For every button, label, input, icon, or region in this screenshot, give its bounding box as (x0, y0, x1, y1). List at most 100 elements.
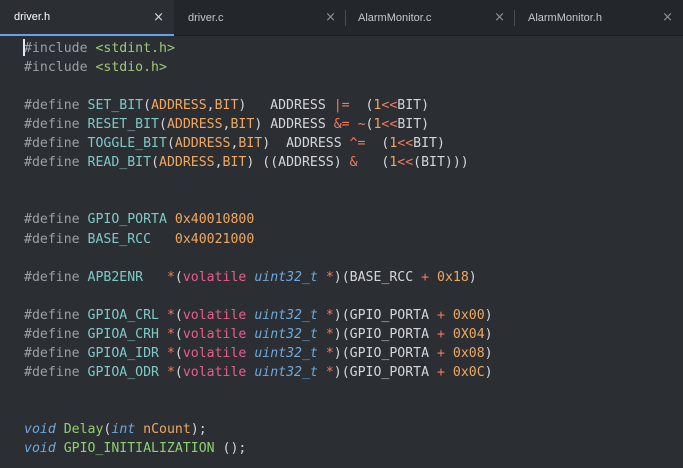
code-token: ( (174, 269, 183, 285)
code-token: ( (159, 117, 167, 133)
code-token: 0x0C (452, 364, 485, 380)
code-line: #define GPIOA_CRH *(volatile uint32_t *)… (24, 325, 493, 344)
close-icon[interactable]: × (662, 11, 673, 24)
close-icon[interactable]: × (325, 11, 336, 24)
code-token: ( (174, 364, 183, 380)
close-icon[interactable]: × (494, 11, 505, 24)
tab-alarmmonitor-h[interactable]: AlarmMonitor.h × (514, 0, 683, 36)
code-token: ( (174, 345, 183, 361)
code-token: uint32_t (254, 364, 318, 380)
code-token: 0x08 (452, 345, 485, 361)
code-token: uint32_t (254, 269, 318, 285)
code-token: void (24, 441, 56, 457)
code-token: ); (190, 422, 207, 437)
code-token: )(GPIO_PORTA (333, 307, 437, 323)
code-token: <stdio.h> (95, 60, 167, 76)
code-token: ADDRESS (151, 98, 207, 114)
code-token: <stdint.h> (95, 41, 175, 56)
code-line: #define APB2ENR *(volatile uint32_t *)(B… (24, 268, 477, 287)
close-icon[interactable]: × (153, 11, 164, 24)
code-token: << (397, 155, 414, 171)
code-token: #define (24, 117, 80, 133)
code-token: ) (484, 364, 493, 380)
code-token: , (206, 98, 215, 114)
tab-label: driver.h (14, 11, 51, 23)
code-token: * (325, 345, 334, 361)
code-token: BIT) (413, 136, 445, 152)
code-token: Delay (63, 422, 104, 437)
code-token: + (421, 269, 430, 285)
code-token: READ_BIT (87, 155, 152, 171)
code-token: + (437, 307, 445, 323)
code-token: 0x40010800 (174, 212, 255, 228)
code-token: (); (214, 441, 247, 457)
code-token: BIT (230, 117, 255, 133)
code-token: )(GPIO_PORTA (333, 364, 437, 380)
code-line: #define TOGGLE_BIT(ADDRESS,BIT) ADDRESS … (24, 134, 445, 153)
code-token: * (166, 269, 175, 285)
code-text-area[interactable]: #include <stdint.h> #include <stdio.h> #de… (0, 36, 683, 468)
code-token: GPIO_PORTA (87, 212, 167, 228)
code-token: void (24, 422, 56, 437)
code-token: + (437, 364, 445, 380)
code-line: void Delay(int nCount); (24, 420, 207, 439)
code-token: ADDRESS (174, 136, 231, 152)
code-token: (BIT))) (413, 155, 469, 171)
tab-label: driver.c (188, 12, 224, 24)
text-cursor (23, 39, 25, 56)
tab-alarmmonitor-c[interactable]: AlarmMonitor.c × (344, 0, 515, 36)
code-token: BIT (214, 98, 239, 114)
code-token: #define (24, 98, 80, 114)
code-token: ( (349, 98, 374, 114)
code-token: uint32_t (254, 307, 318, 323)
code-token: #define (24, 307, 80, 323)
code-line: #define READ_BIT(ADDRESS,BIT) ((ADDRESS)… (24, 153, 469, 172)
code-line: #define GPIOA_ODR *(volatile uint32_t *)… (24, 363, 493, 382)
code-token: #define (24, 155, 80, 171)
code-token: + (437, 345, 445, 361)
code-token: BIT (222, 155, 247, 171)
code-token: ) ADDRESS (262, 136, 350, 152)
code-token: )(BASE_RCC (333, 269, 422, 285)
code-token: * (166, 345, 175, 361)
code-token: , (214, 155, 223, 171)
code-token: 0x40021000 (174, 231, 255, 247)
tab-bar: driver.h × driver.c × AlarmMonitor.c × A… (0, 0, 683, 36)
code-token: * (325, 269, 334, 285)
code-token: #define (24, 345, 80, 361)
code-token: ( (143, 98, 152, 114)
code-token: ( (365, 136, 390, 152)
code-token: nCount (143, 422, 191, 437)
code-token: GPIOA_IDR (87, 345, 159, 361)
code-token: 0X04 (452, 326, 485, 342)
code-editor-window: driver.h × driver.c × AlarmMonitor.c × A… (0, 0, 683, 468)
code-line: #include <stdio.h> (24, 58, 167, 77)
tab-driver-c[interactable]: driver.c × (174, 0, 346, 36)
code-token: * (325, 307, 334, 323)
code-token: volatile (182, 364, 247, 380)
code-line: #define SET_BIT(ADDRESS,BIT) ADDRESS |= … (24, 96, 429, 115)
code-line: #define RESET_BIT(ADDRESS,BIT) ADDRESS &… (24, 115, 429, 134)
code-token: BIT (238, 136, 263, 152)
code-token: ) ADDRESS (238, 98, 334, 114)
code-line: #include <stdint.h> (24, 39, 175, 58)
code-token: #include (24, 60, 88, 76)
code-token: uint32_t (254, 326, 318, 342)
tab-driver-h[interactable]: driver.h × (0, 0, 174, 36)
code-token: * (166, 364, 175, 380)
code-token: #define (24, 326, 80, 342)
